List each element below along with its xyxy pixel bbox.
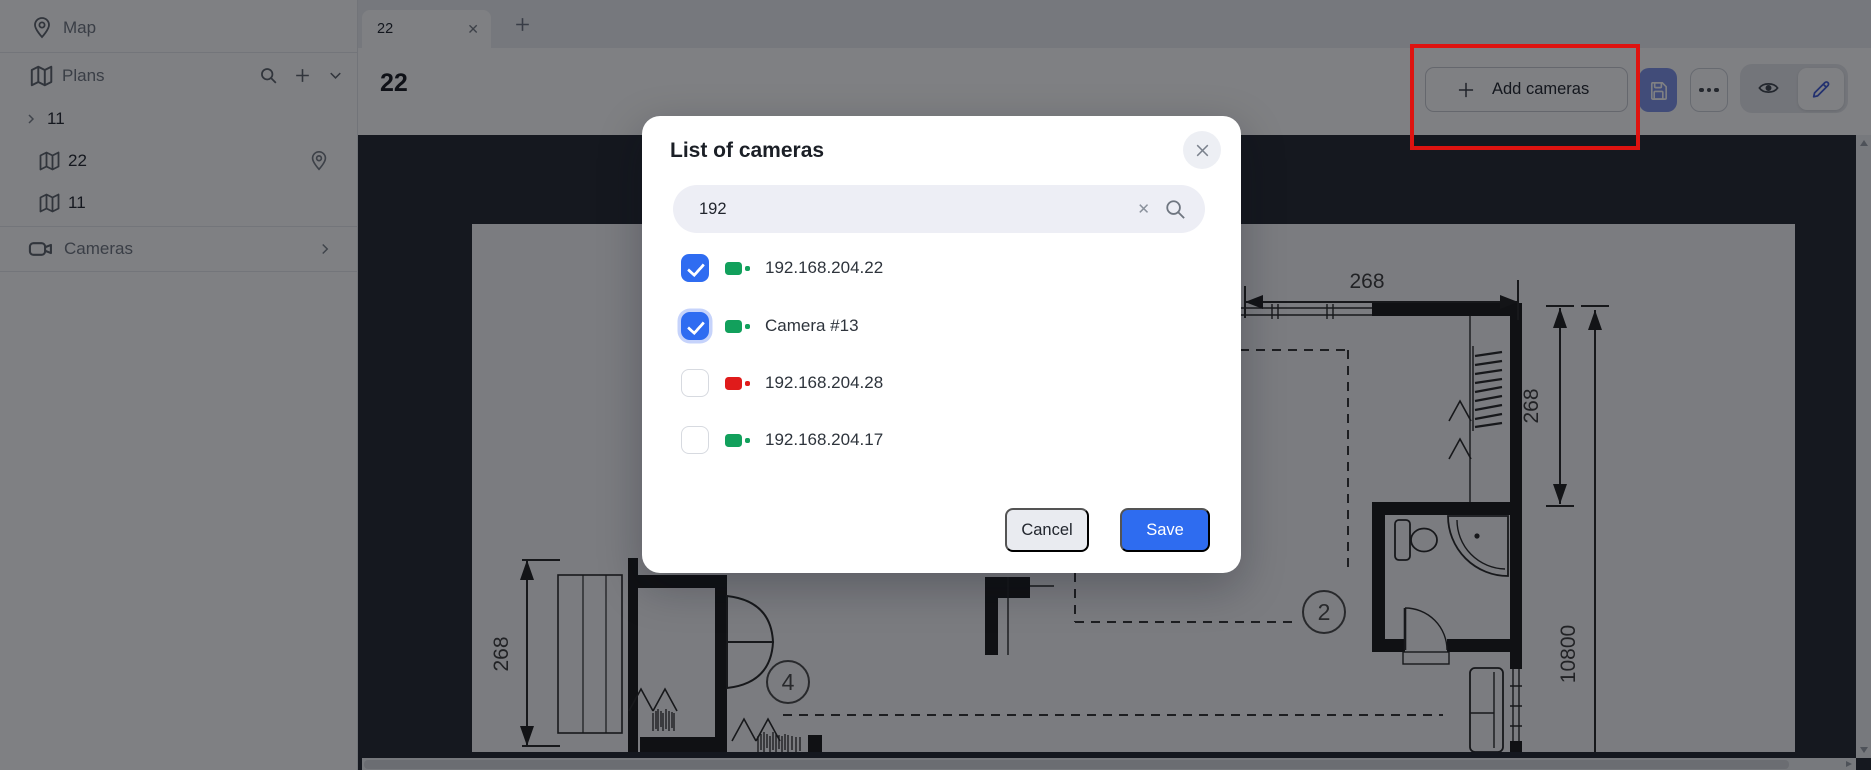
camera-name: 192.168.204.28 bbox=[765, 373, 883, 393]
camera-checkbox[interactable] bbox=[681, 312, 709, 340]
app-root: Map Plans 11 22 bbox=[0, 0, 1871, 770]
dialog-title: List of cameras bbox=[670, 139, 824, 163]
list-of-cameras-dialog: List of cameras ✕ 192.168.204.22 Camera … bbox=[642, 116, 1241, 573]
search-input[interactable] bbox=[699, 200, 1137, 219]
annotation-highlight bbox=[1410, 44, 1640, 150]
camera-status-icon bbox=[725, 261, 751, 275]
camera-list-item[interactable]: 192.168.204.28 bbox=[681, 369, 883, 397]
cancel-button[interactable]: Cancel bbox=[1005, 508, 1089, 552]
camera-list-item[interactable]: Camera #13 bbox=[681, 312, 859, 340]
search-icon[interactable] bbox=[1164, 198, 1187, 221]
camera-status-icon bbox=[725, 433, 751, 447]
camera-search-field[interactable]: ✕ bbox=[673, 185, 1205, 233]
close-icon bbox=[1194, 142, 1211, 159]
camera-list-item[interactable]: 192.168.204.22 bbox=[681, 254, 883, 282]
camera-name: Camera #13 bbox=[765, 316, 859, 336]
camera-name: 192.168.204.17 bbox=[765, 430, 883, 450]
camera-name: 192.168.204.22 bbox=[765, 258, 883, 278]
dialog-close-button[interactable] bbox=[1183, 131, 1221, 169]
camera-checkbox[interactable] bbox=[681, 254, 709, 282]
save-button[interactable]: Save bbox=[1120, 508, 1210, 552]
camera-list-item[interactable]: 192.168.204.17 bbox=[681, 426, 883, 454]
clear-search-icon[interactable]: ✕ bbox=[1137, 200, 1150, 218]
camera-checkbox[interactable] bbox=[681, 426, 709, 454]
camera-checkbox[interactable] bbox=[681, 369, 709, 397]
camera-status-icon bbox=[725, 319, 751, 333]
camera-status-icon bbox=[725, 376, 751, 390]
